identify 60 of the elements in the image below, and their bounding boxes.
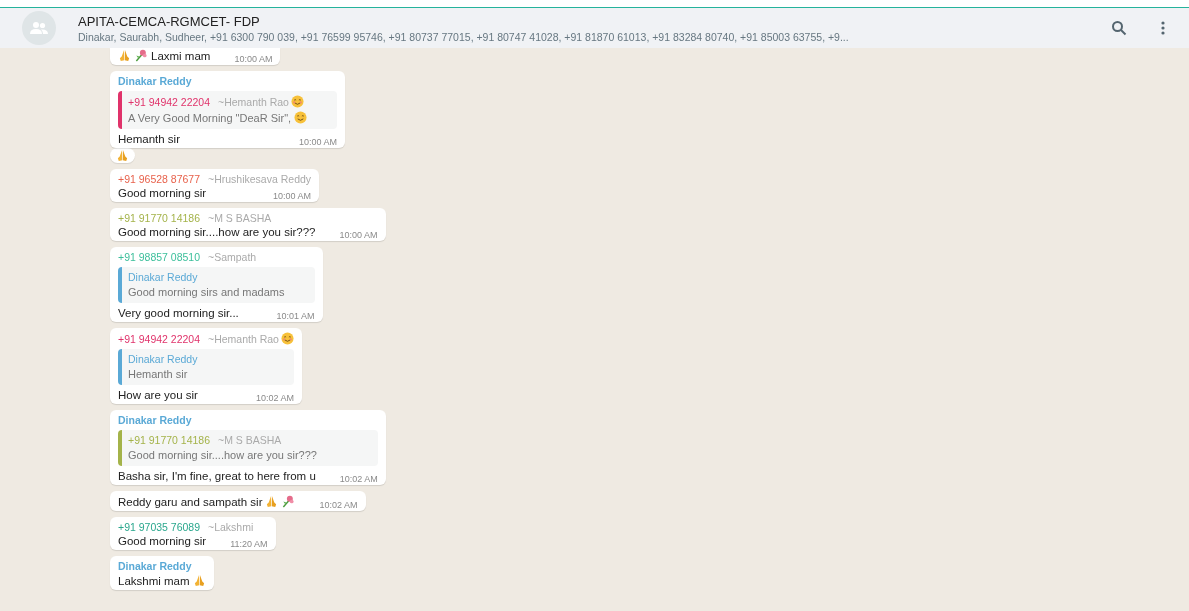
sender-phone: +91 97035 76089 bbox=[118, 521, 201, 533]
message-time: 10:00 AM bbox=[273, 191, 312, 201]
message-time: 10:02 AM bbox=[319, 500, 358, 510]
sender-name: ~Hrushikesava Reddy bbox=[208, 173, 312, 185]
smiley-icon bbox=[280, 332, 294, 345]
folded-hands-icon bbox=[192, 574, 206, 587]
message-text: Good morning sir bbox=[118, 535, 207, 547]
participants-list: Dinakar, Saurabh, Sudheer, +91 6300 790 039, +91 76599 95746, +91 80737 77015, +91 80747 41028, +91 81870 61013, +91 83284 80740, +91 85003 63755, +9... bbox=[78, 30, 1081, 43]
quoted-message[interactable]: Dinakar Reddy Hemanth sir bbox=[118, 349, 294, 385]
sender-name: ~Hemanth Rao bbox=[208, 332, 294, 345]
message-text: Laxmi mam bbox=[118, 49, 211, 62]
message-time: 10:02 AM bbox=[255, 393, 294, 403]
quoted-message[interactable]: +91 94942 22204 ~Hemanth Rao A Very Good Morning "DeaR Sir", bbox=[118, 91, 338, 129]
folded-hands-icon bbox=[116, 149, 129, 162]
message-text: Good morning sir....how are you sir??? bbox=[118, 226, 316, 238]
sender-phone: +91 91770 14186 bbox=[118, 212, 201, 224]
folded-hands-icon bbox=[118, 49, 131, 62]
quoted-author: Dinakar Reddy bbox=[128, 271, 199, 283]
message-time: 11:20 AM bbox=[230, 539, 268, 549]
quoted-author: ~Hemanth Rao bbox=[218, 95, 304, 108]
flower-icon bbox=[281, 495, 296, 508]
message-time: 10:02 AM bbox=[339, 474, 378, 484]
message-text: Good morning sir bbox=[118, 187, 207, 199]
message-text: Basha sir, I'm fine, great to here from u bbox=[118, 470, 316, 482]
quoted-message[interactable]: +91 91770 14186 ~M S BASHA Good morning sir....how are you sir??? bbox=[118, 430, 378, 466]
quoted-message[interactable]: Dinakar Reddy Good morning sirs and madams bbox=[118, 267, 315, 303]
sender-name: ~M S BASHA bbox=[208, 212, 272, 224]
message-time: 10:00 AM bbox=[299, 137, 338, 147]
message-time: 10:00 AM bbox=[234, 54, 273, 64]
folded-hands-icon bbox=[265, 495, 279, 508]
message-time: 10:00 AM bbox=[339, 230, 378, 240]
search-icon bbox=[1111, 20, 1127, 36]
quoted-text: Good morning sirs and madams bbox=[128, 286, 285, 298]
message-text: Reddy garu and sampath sir bbox=[118, 495, 296, 508]
chat-title: APITA-CEMCA-RGMCET- FDP bbox=[78, 13, 261, 29]
sender-name: ~Sampath bbox=[208, 251, 257, 263]
flower-icon bbox=[134, 49, 148, 62]
message-text: Lakshmi mam bbox=[118, 574, 206, 587]
sender-phone: +91 94942 22204 bbox=[118, 332, 201, 345]
smiley-icon bbox=[294, 111, 308, 124]
quoted-text: Hemanth sir bbox=[128, 368, 189, 380]
sender-name: ~Lakshmi bbox=[208, 521, 254, 533]
quoted-author: ~M S BASHA bbox=[218, 434, 282, 446]
quoted-phone: +91 91770 14186 bbox=[128, 434, 211, 446]
menu-icon bbox=[1161, 21, 1165, 35]
sender-name: Dinakar Reddy bbox=[118, 414, 193, 426]
sender-phone: +91 98857 08510 bbox=[118, 251, 201, 263]
message-text: Hemanth sir bbox=[118, 133, 180, 145]
message-text: Very good morning sir... bbox=[118, 307, 239, 319]
sender-phone: +91 96528 87677 bbox=[118, 173, 201, 185]
group-icon bbox=[29, 21, 49, 35]
message-text: How are you sir bbox=[118, 389, 198, 401]
quoted-text: A Very Good Morning "DeaR Sir", bbox=[128, 111, 308, 124]
quoted-text: Good morning sir....how are you sir??? bbox=[128, 449, 318, 461]
message-time: 10:01 AM bbox=[276, 311, 315, 321]
sender-name: Dinakar Reddy bbox=[118, 75, 193, 87]
smiley-icon bbox=[290, 95, 304, 108]
quoted-phone: +91 94942 22204 bbox=[128, 95, 211, 108]
quoted-author: Dinakar Reddy bbox=[128, 353, 199, 365]
sender-name: Dinakar Reddy bbox=[118, 560, 193, 572]
